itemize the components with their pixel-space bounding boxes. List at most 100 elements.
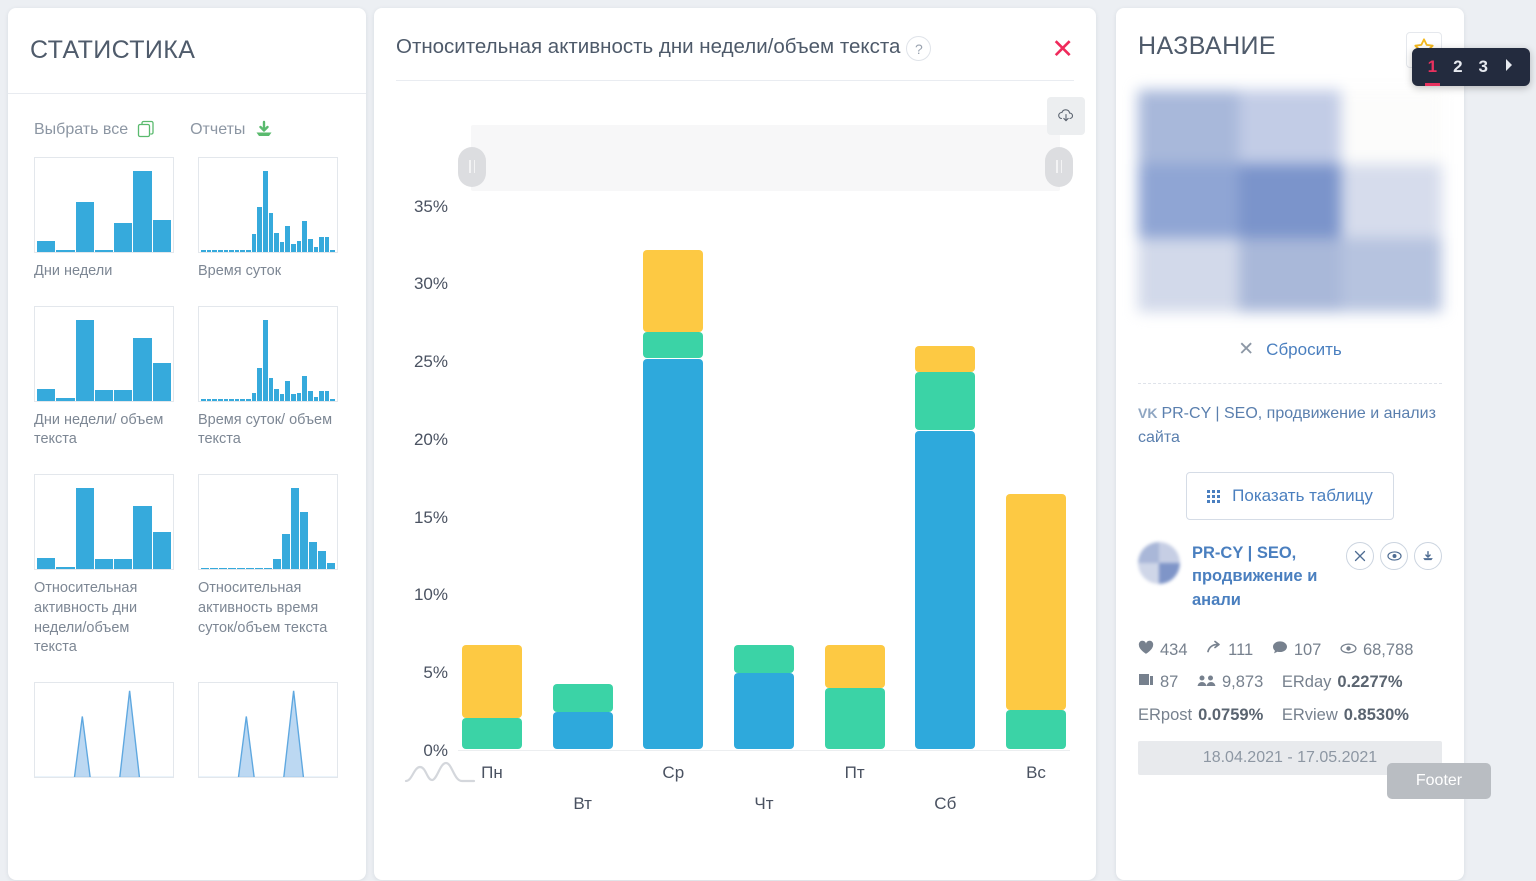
- source-link[interactable]: VKPR-CY | SEO, продвижение и анализ сайт…: [1138, 402, 1442, 450]
- eye-icon[interactable]: [1380, 542, 1408, 570]
- y-axis-tick: 30%: [414, 274, 448, 294]
- pagination-page-2[interactable]: 2: [1453, 57, 1462, 77]
- stat-subscribers-value: 9,873: [1222, 666, 1263, 698]
- thumbnail-bars: [201, 311, 335, 401]
- bar-segment[interactable]: [825, 688, 885, 749]
- chart-thumbnail-preview[interactable]: [198, 157, 338, 253]
- sparkline-icon: [404, 759, 476, 785]
- show-table-label: Показать таблицу: [1232, 486, 1373, 506]
- chart-thumbnail: Дни недели/ объем текста: [34, 306, 174, 450]
- chart-range-brush[interactable]: [374, 103, 1096, 207]
- stat-erview: ERview 0.8530%: [1282, 699, 1409, 731]
- close-icon[interactable]: [1346, 542, 1374, 570]
- bar-segment[interactable]: [734, 673, 794, 749]
- chart-thumbnail-caption: Относительная активность дни недели/объе…: [34, 579, 174, 658]
- thumbnail-bars: [37, 162, 171, 252]
- bar-segment[interactable]: [553, 712, 613, 749]
- chart-column[interactable]: Вс: [1002, 207, 1070, 750]
- chart-thumbnail-caption: Время суток/ объем текста: [198, 411, 338, 450]
- grid-icon: [1207, 490, 1220, 503]
- account-actions: [1346, 542, 1442, 570]
- download-icon: [254, 120, 274, 139]
- thumbnail-bars: [37, 479, 171, 569]
- thumbnail-area: [199, 683, 337, 778]
- bar-segment[interactable]: [1006, 494, 1066, 710]
- pagination-page-1[interactable]: 1: [1428, 57, 1437, 77]
- bar-stack: [825, 207, 885, 750]
- heart-icon: [1138, 634, 1154, 666]
- show-table-button[interactable]: Показать таблицу: [1186, 472, 1394, 520]
- chart-thumbnail-preview[interactable]: [34, 157, 174, 253]
- chart-thumbnail-preview[interactable]: [198, 682, 338, 778]
- statistics-toolbar: Выбрать все Отчеты: [8, 94, 366, 143]
- brush-handle-right[interactable]: [1045, 147, 1073, 187]
- chart-thumbnail-preview[interactable]: [198, 306, 338, 402]
- bar-stack: [553, 207, 613, 750]
- stat-erpost-value: 0.0759%: [1198, 699, 1263, 731]
- chart-column[interactable]: Ср: [639, 207, 707, 750]
- chart-column[interactable]: Пн: [458, 207, 526, 750]
- x-axis-label: Пт: [845, 763, 865, 783]
- thumbnail-bars: [37, 311, 171, 401]
- page-title: СТАТИСТИКА: [30, 36, 195, 65]
- chart-thumbnail-caption: Дни недели/ объем текста: [34, 411, 174, 450]
- preview-tile: [1138, 90, 1239, 164]
- bar-segment[interactable]: [915, 346, 975, 372]
- x-axis-label: Сб: [934, 794, 956, 814]
- close-icon[interactable]: ✕: [1051, 36, 1074, 63]
- chevron-right-icon[interactable]: [1504, 57, 1514, 77]
- stat-views-value: 68,788: [1363, 634, 1413, 666]
- y-axis-tick: 25%: [414, 352, 448, 372]
- chart-thumbnail: [198, 682, 338, 787]
- select-all-label: Выбрать все: [34, 121, 128, 139]
- chart-thumbnail-preview[interactable]: [198, 474, 338, 570]
- pagination[interactable]: 123: [1412, 48, 1530, 86]
- brush-handle-left[interactable]: [458, 147, 486, 187]
- chart-column[interactable]: Чт: [730, 207, 798, 750]
- chart-thumbnail: Относительная активность дни недели/объе…: [34, 474, 174, 658]
- bar-segment[interactable]: [825, 645, 885, 688]
- bar-segment[interactable]: [915, 372, 975, 429]
- chart-column[interactable]: Сб: [911, 207, 979, 750]
- chart-thumbnail-preview[interactable]: [34, 474, 174, 570]
- chart-panel: Относительная активность дни недели/объе…: [374, 8, 1096, 880]
- preview-tile: [1138, 238, 1239, 312]
- bar-segment[interactable]: [643, 332, 703, 358]
- x-axis-label: Пн: [481, 763, 503, 783]
- pagination-page-3[interactable]: 3: [1479, 57, 1488, 77]
- y-axis-tick: 0%: [423, 741, 448, 761]
- bar-segment[interactable]: [734, 645, 794, 673]
- bar-segment[interactable]: [643, 250, 703, 332]
- cloud-download-icon[interactable]: [1047, 97, 1085, 135]
- question-icon[interactable]: ?: [906, 36, 931, 61]
- download-icon[interactable]: [1414, 542, 1442, 570]
- footer-tooltip: Footer: [1387, 763, 1491, 799]
- bar-segment[interactable]: [915, 431, 975, 749]
- chart-column[interactable]: Пт: [821, 207, 889, 750]
- stat-erview-value: 0.8530%: [1344, 699, 1409, 731]
- bar-stack: [915, 207, 975, 750]
- bar-segment[interactable]: [462, 645, 522, 718]
- thumbnail-bars: [201, 162, 335, 252]
- chart-thumbnail-caption: Дни недели: [34, 262, 174, 282]
- reports-button[interactable]: Отчеты: [190, 120, 274, 139]
- reset-button[interactable]: ✕ Сбросить: [1116, 338, 1464, 361]
- brush-track[interactable]: [471, 125, 1060, 191]
- preview-tile: [1138, 164, 1239, 238]
- bar-segment[interactable]: [1006, 710, 1066, 749]
- bar-segment[interactable]: [553, 684, 613, 712]
- chart-column[interactable]: Вт: [549, 207, 617, 750]
- y-axis-tick: 10%: [414, 585, 448, 605]
- select-all-button[interactable]: Выбрать все: [34, 120, 156, 139]
- stat-shares: 111: [1206, 634, 1253, 666]
- preview-tile: [1239, 238, 1340, 312]
- app-root: СТАТИСТИКА Выбрать все Отчеты Дни недели…: [0, 0, 1536, 881]
- bar-segment[interactable]: [462, 718, 522, 749]
- preview-tile: [1239, 90, 1340, 164]
- chart-thumbnail-preview[interactable]: [34, 306, 174, 402]
- chart-thumbnail-preview[interactable]: [34, 682, 174, 778]
- divider: [1138, 383, 1442, 384]
- preview-tile: [1341, 164, 1442, 238]
- bar-segment[interactable]: [643, 359, 703, 748]
- statistics-panel: СТАТИСТИКА Выбрать все Отчеты Дни недели…: [8, 8, 366, 880]
